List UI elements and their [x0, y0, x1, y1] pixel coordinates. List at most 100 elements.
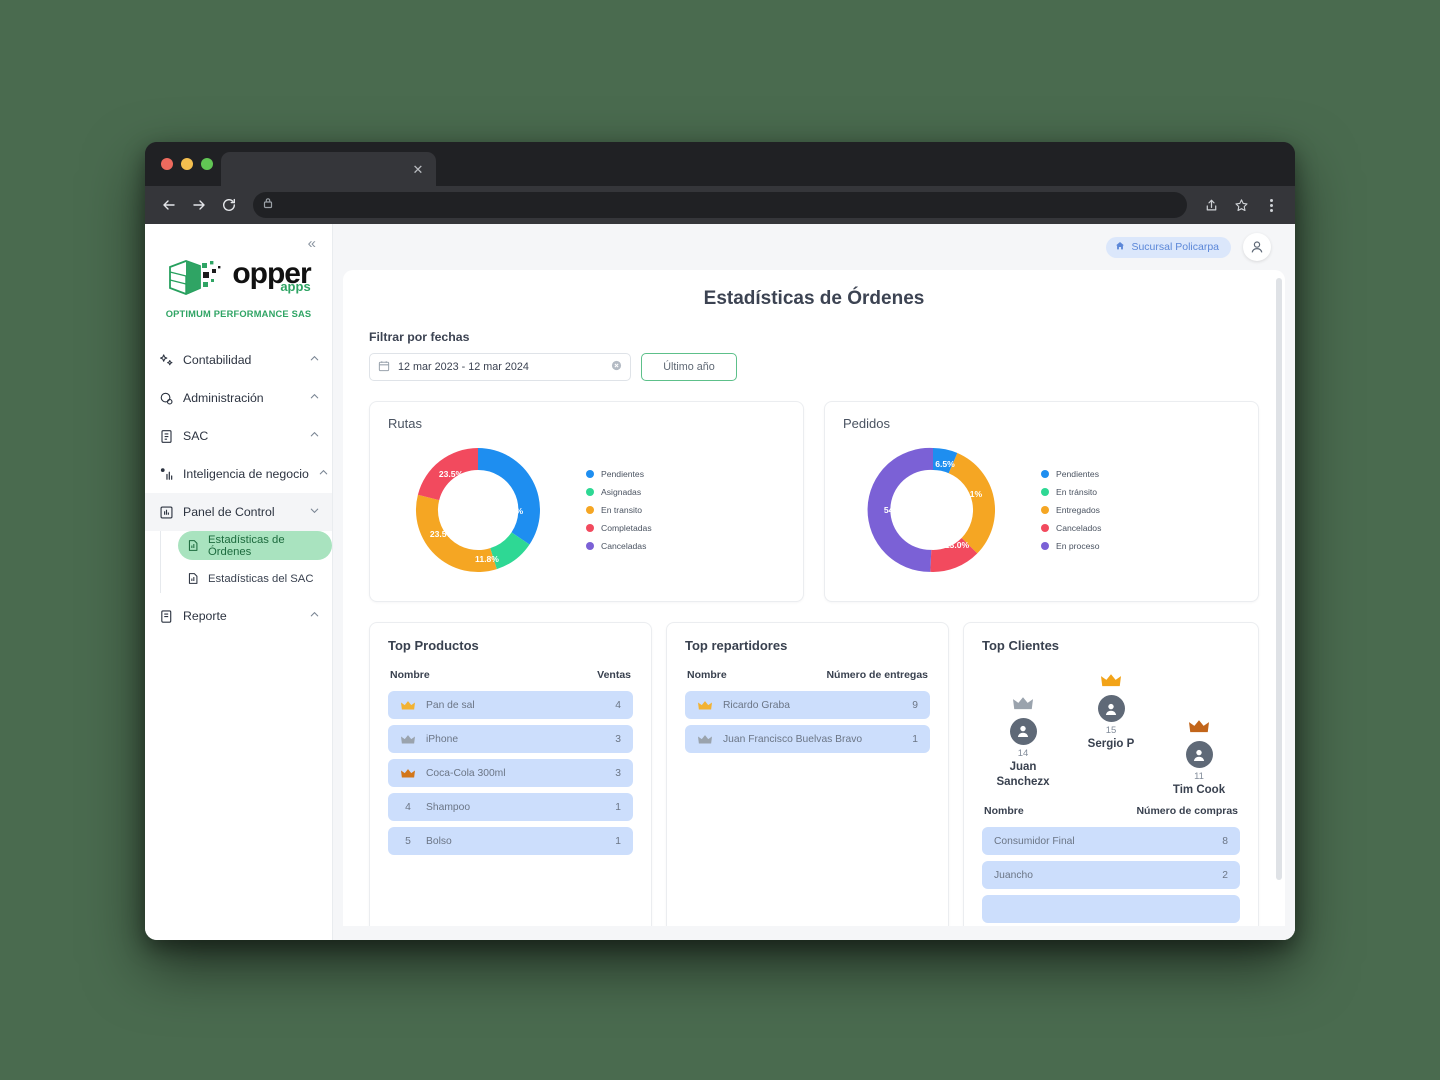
legend-item[interactable]: Canceladas [586, 541, 652, 551]
page-viewport: « opper apps OPTIMUM PERFORMANCE SAS Con… [145, 224, 1295, 940]
top-bar: Sucursal Policarpa [333, 224, 1295, 270]
table-row[interactable]: Pan de sal 4 [388, 691, 633, 719]
legend-item[interactable]: Pendientes [1041, 469, 1101, 479]
reload-icon[interactable] [215, 191, 243, 219]
row-value: 1 [615, 801, 621, 813]
legend-item[interactable]: En tránsito [1041, 487, 1101, 497]
legend-color-dot [1041, 470, 1049, 478]
clear-circle-icon[interactable] [611, 360, 622, 374]
browser-tab[interactable]: ✕ [221, 152, 436, 186]
address-bar[interactable] [253, 192, 1187, 218]
row-value: 3 [615, 733, 621, 745]
column-header-value: Número de compras [1136, 805, 1238, 817]
legend-label: Pendientes [1056, 469, 1100, 479]
podium-place-2[interactable]: 14 Juan Sanchezx [982, 696, 1064, 791]
sidebar-item-label: Administración [183, 391, 264, 405]
sidebar-item-label: Inteligencia de negocio [183, 467, 309, 481]
podium-place-1[interactable]: 15 Sergio P [1070, 673, 1152, 753]
sidebar: « opper apps OPTIMUM PERFORMANCE SAS Con… [145, 224, 333, 940]
chevrons-left-icon[interactable]: « [308, 236, 316, 251]
legend-item[interactable]: En transito [586, 505, 652, 515]
table-row[interactable]: iPhone 3 [388, 725, 633, 753]
legend-item[interactable]: Completadas [586, 523, 652, 533]
table-row[interactable]: Consumidor Final 8 [982, 827, 1240, 855]
table-header: Nombre Ventas [388, 669, 633, 681]
legend-item[interactable]: Asignadas [586, 487, 652, 497]
chevron-up-icon[interactable] [309, 391, 320, 405]
sidebar-item-estadisticas-del-sac[interactable]: Estadísticas del SAC [178, 564, 332, 593]
table-row[interactable] [982, 895, 1240, 923]
chevron-up-icon[interactable] [318, 467, 329, 481]
legend-label: Entregados [1056, 505, 1100, 515]
row-name: Juancho [994, 869, 1033, 881]
sidebar-subitem-label: Estadísticas del SAC [208, 572, 314, 585]
sidebar-item-contabilidad[interactable]: Contabilidad [145, 341, 332, 379]
browser-toolbar [145, 186, 1295, 224]
podium: 14 Juan Sanchezx 15 Sergio P 11 Tim Cook [982, 669, 1240, 799]
top-productos-card: Top Productos Nombre Ventas Pan de sal 4 [369, 622, 652, 940]
table-row[interactable]: Juancho 2 [982, 861, 1240, 889]
star-icon[interactable] [1227, 191, 1255, 219]
svg-text:13.0%: 13.0% [945, 540, 970, 550]
sidebar-item-panel-de-control[interactable]: Panel de Control [145, 493, 332, 531]
crown-icon [400, 700, 416, 711]
legend-item[interactable]: Pendientes [586, 469, 652, 479]
svg-text:11.8%: 11.8% [475, 554, 499, 564]
legend-color-dot [1041, 506, 1049, 514]
column-header-value: Número de entregas [826, 669, 928, 681]
legend-color-dot [586, 470, 594, 478]
chevron-up-icon[interactable] [309, 429, 320, 443]
sidebar-item-administracion[interactable]: Administración [145, 379, 332, 417]
forward-arrow-icon[interactable] [185, 191, 213, 219]
scrollbar[interactable] [1276, 278, 1282, 932]
window-controls [157, 142, 221, 186]
company-name: OPTIMUM PERFORMANCE SAS [165, 309, 312, 319]
svg-text:23.5%: 23.5% [430, 529, 455, 539]
table-row[interactable]: Ricardo Graba 9 [685, 691, 930, 719]
legend-item[interactable]: En proceso [1041, 541, 1101, 551]
sidebar-item-reporte[interactable]: Reporte [145, 597, 332, 635]
maximize-window-button[interactable] [201, 158, 213, 170]
legend-item[interactable]: Cancelados [1041, 523, 1101, 533]
scrollbar-thumb[interactable] [1276, 278, 1282, 880]
brand-block: opper apps OPTIMUM PERFORMANCE SAS [145, 251, 332, 319]
dashboard-icon [159, 505, 174, 520]
toolbar-right-actions [1197, 191, 1285, 219]
minimize-window-button[interactable] [181, 158, 193, 170]
chevron-up-icon[interactable] [309, 353, 320, 367]
sidebar-item-sac[interactable]: SAC [145, 417, 332, 455]
row-value: 3 [615, 767, 621, 779]
date-range-input[interactable]: 12 mar 2023 - 12 mar 2024 [369, 353, 631, 381]
table-row[interactable]: 4 Shampoo 1 [388, 793, 633, 821]
wordmark-sub: apps [280, 278, 311, 294]
sidebar-item-inteligencia-de-negocio[interactable]: Inteligencia de negocio [145, 455, 332, 493]
row-name: Coca-Cola 300ml [426, 767, 506, 779]
row-name: Shampoo [426, 801, 471, 813]
back-arrow-icon[interactable] [155, 191, 183, 219]
podium-count: 15 [1105, 725, 1117, 737]
status-badge-branch[interactable]: Sucursal Policarpa [1106, 236, 1231, 258]
user-avatar-icon [1097, 695, 1125, 723]
chevron-up-icon[interactable] [309, 609, 320, 623]
close-window-button[interactable] [161, 158, 173, 170]
table-row[interactable]: Coca-Cola 300ml 3 [388, 759, 633, 787]
close-icon[interactable]: ✕ [410, 161, 426, 177]
legend-label: Cancelados [1056, 523, 1102, 533]
table-row[interactable]: Juan Francisco Buelvas Bravo 1 [685, 725, 930, 753]
podium-place-3[interactable]: 11 Tim Cook [1158, 719, 1240, 799]
table-row[interactable]: 5 Bolso 1 [388, 827, 633, 855]
settings-gear-icon [159, 391, 174, 406]
sidebar-item-estadisticas-de-ordenes[interactable]: Estadísticas de Órdenes [178, 531, 332, 560]
three-dots-icon[interactable] [1257, 191, 1285, 219]
avatar[interactable] [1243, 233, 1271, 261]
share-icon[interactable] [1197, 191, 1225, 219]
filter-label: Filtrar por fechas [369, 330, 470, 344]
svg-text:23.5%: 23.5% [439, 469, 464, 479]
chevron-down-icon[interactable] [309, 505, 320, 519]
range-preset-button[interactable]: Último año [641, 353, 737, 381]
chart-document-icon [186, 538, 201, 553]
legend-label: En tránsito [1056, 487, 1098, 497]
calendar-icon [378, 360, 390, 375]
list-title: Top Clientes [982, 638, 1060, 653]
legend-item[interactable]: Entregados [1041, 505, 1101, 515]
